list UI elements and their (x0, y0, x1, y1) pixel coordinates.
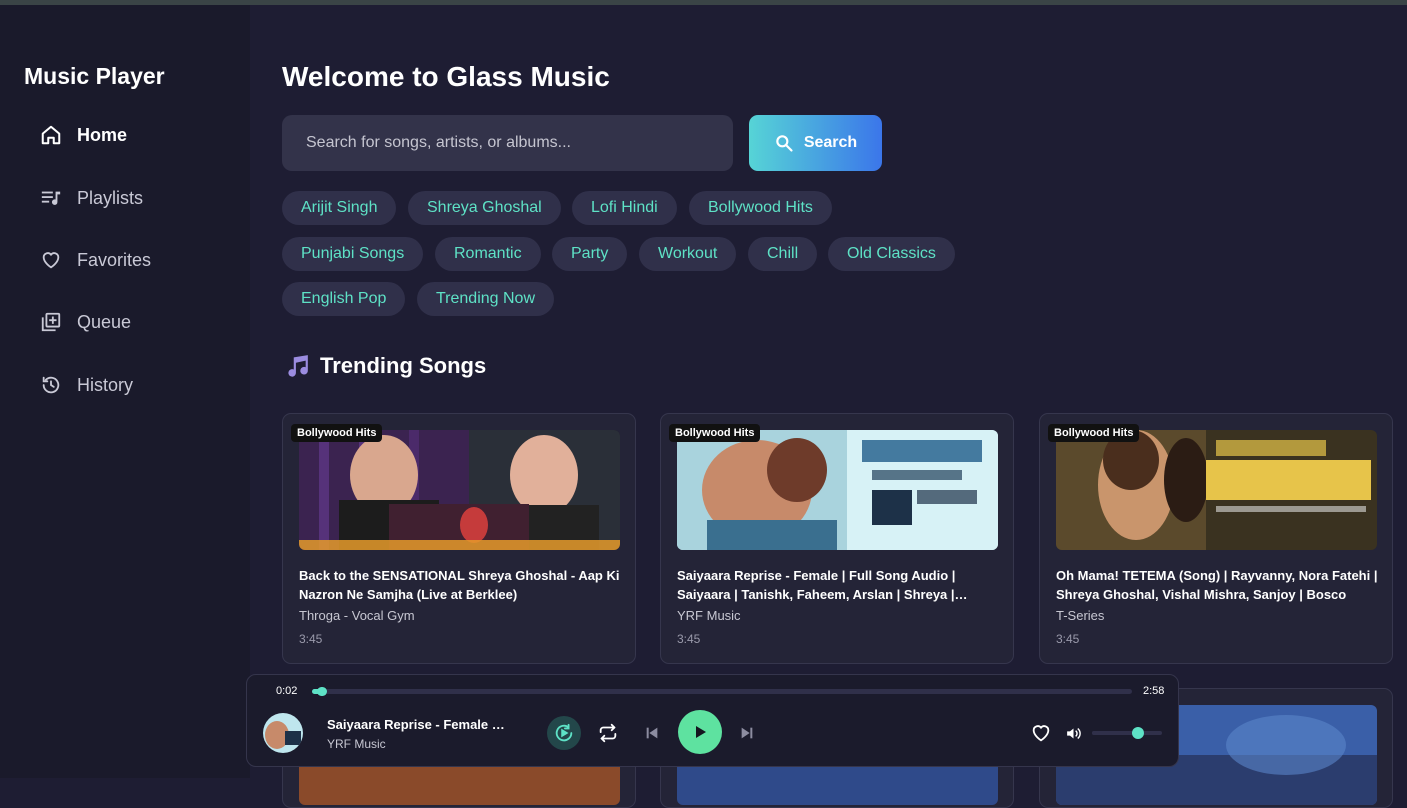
genre-badge: Bollywood Hits (669, 424, 761, 442)
song-card[interactable]: Bollywood Hits Back to the SENSATIONAL S… (282, 413, 636, 664)
volume-icon (1066, 727, 1081, 739)
search-input[interactable] (282, 115, 733, 171)
total-time: 2:58 (1143, 685, 1165, 697)
heart-icon (42, 252, 60, 269)
sidebar-item-history[interactable]: History (40, 370, 133, 400)
autoplay-button[interactable] (547, 716, 581, 750)
heart-icon (1032, 725, 1050, 742)
sidebar: Music Player Home Playlists Favorites Qu… (0, 5, 250, 778)
genre-badge: Bollywood Hits (1048, 424, 1140, 442)
song-title: Oh Mama! TETEMA (Song) | Rayvanny, Nora … (1056, 568, 1378, 602)
song-card[interactable]: Bollywood Hits Oh Mama! TETEMA (Song) | … (1039, 413, 1393, 664)
volume-slider[interactable] (1092, 727, 1162, 739)
repeat-button[interactable] (596, 721, 620, 745)
chip-romantic[interactable]: Romantic (435, 237, 541, 271)
autoplay-icon (555, 723, 573, 742)
favorite-button[interactable] (1029, 721, 1053, 745)
music-note-icon (288, 355, 308, 377)
search-button[interactable]: Search (749, 115, 882, 171)
repeat-icon (599, 723, 617, 743)
song-thumbnail (299, 430, 620, 550)
queue-icon (41, 312, 61, 332)
now-playing-title: Saiyaara Reprise - Female | Full Song Au… (327, 717, 507, 732)
main-content: Welcome to Glass Music Search Arijit Sin… (250, 5, 1407, 808)
progress-handle[interactable] (316, 687, 327, 696)
chip-lofi-hindi[interactable]: Lofi Hindi (572, 191, 677, 225)
song-artist: T-Series (1056, 608, 1105, 623)
chip-arijit-singh[interactable]: Arijit Singh (282, 191, 397, 225)
genre-badge: Bollywood Hits (291, 424, 383, 442)
play-icon (696, 726, 706, 738)
previous-button[interactable] (642, 723, 662, 743)
search-icon (776, 135, 793, 152)
playlist-icon (41, 191, 61, 205)
song-title: Saiyaara Reprise - Female | Full Song Au… (677, 568, 956, 602)
chip-punjabi-songs[interactable]: Punjabi Songs (282, 237, 424, 271)
player-bar: 0:02 2:58 Saiyaara Reprise - Female | Fu… (246, 674, 1179, 767)
song-title: Back to the SENSATIONAL Shreya Ghoshal -… (299, 568, 620, 602)
play-button[interactable] (678, 710, 722, 754)
home-icon (41, 125, 61, 145)
sidebar-item-label: Queue (77, 311, 132, 332)
sidebar-item-queue[interactable]: Queue (40, 307, 131, 337)
sidebar-item-label: Favorites (77, 249, 152, 270)
skip-previous-icon (646, 727, 658, 739)
skip-next-icon (741, 727, 753, 739)
chip-english-pop[interactable]: English Pop (282, 282, 406, 316)
chip-party[interactable]: Party (552, 237, 628, 271)
chip-workout[interactable]: Workout (639, 237, 737, 271)
chip-bollywood-hits[interactable]: Bollywood Hits (689, 191, 832, 225)
sidebar-item-label: Playlists (77, 187, 144, 208)
current-time: 0:02 (276, 685, 298, 697)
section-title: Trending Songs (320, 353, 487, 378)
sidebar-item-label: History (77, 374, 134, 395)
volume-fill (1092, 731, 1138, 735)
next-button[interactable] (737, 723, 757, 743)
app-brand: Music Player (24, 63, 165, 89)
song-thumbnail (677, 430, 998, 550)
volume-handle[interactable] (1131, 727, 1144, 739)
history-icon (42, 376, 60, 394)
sidebar-item-favorites[interactable]: Favorites (40, 245, 151, 275)
sidebar-item-label: Home (77, 124, 128, 145)
chip-chill[interactable]: Chill (748, 237, 818, 271)
chip-trending-now[interactable]: Trending Now (417, 282, 555, 316)
section-header: Trending Songs (284, 353, 486, 379)
song-thumbnail (1056, 430, 1377, 550)
chip-old-classics[interactable]: Old Classics (828, 237, 955, 271)
volume-button[interactable] (1063, 723, 1083, 743)
song-duration: 3:45 (299, 632, 323, 646)
search-button-label: Search (803, 134, 858, 151)
sidebar-item-playlists[interactable]: Playlists (40, 183, 143, 213)
progress-bar[interactable] (312, 687, 1132, 696)
song-duration: 3:45 (1056, 632, 1080, 646)
song-artist: YRF Music (677, 608, 741, 623)
chip-shreya-ghoshal[interactable]: Shreya Ghoshal (408, 191, 561, 225)
song-duration: 3:45 (677, 632, 701, 646)
now-playing-artwork (263, 713, 303, 753)
sidebar-item-home[interactable]: Home (40, 120, 127, 150)
now-playing-artist: YRF Music (327, 737, 386, 751)
song-card[interactable]: Bollywood Hits Saiyaara Reprise - Female… (660, 413, 1014, 664)
page-title: Welcome to Glass Music (282, 61, 610, 92)
song-artist: Throga - Vocal Gym (299, 608, 415, 623)
